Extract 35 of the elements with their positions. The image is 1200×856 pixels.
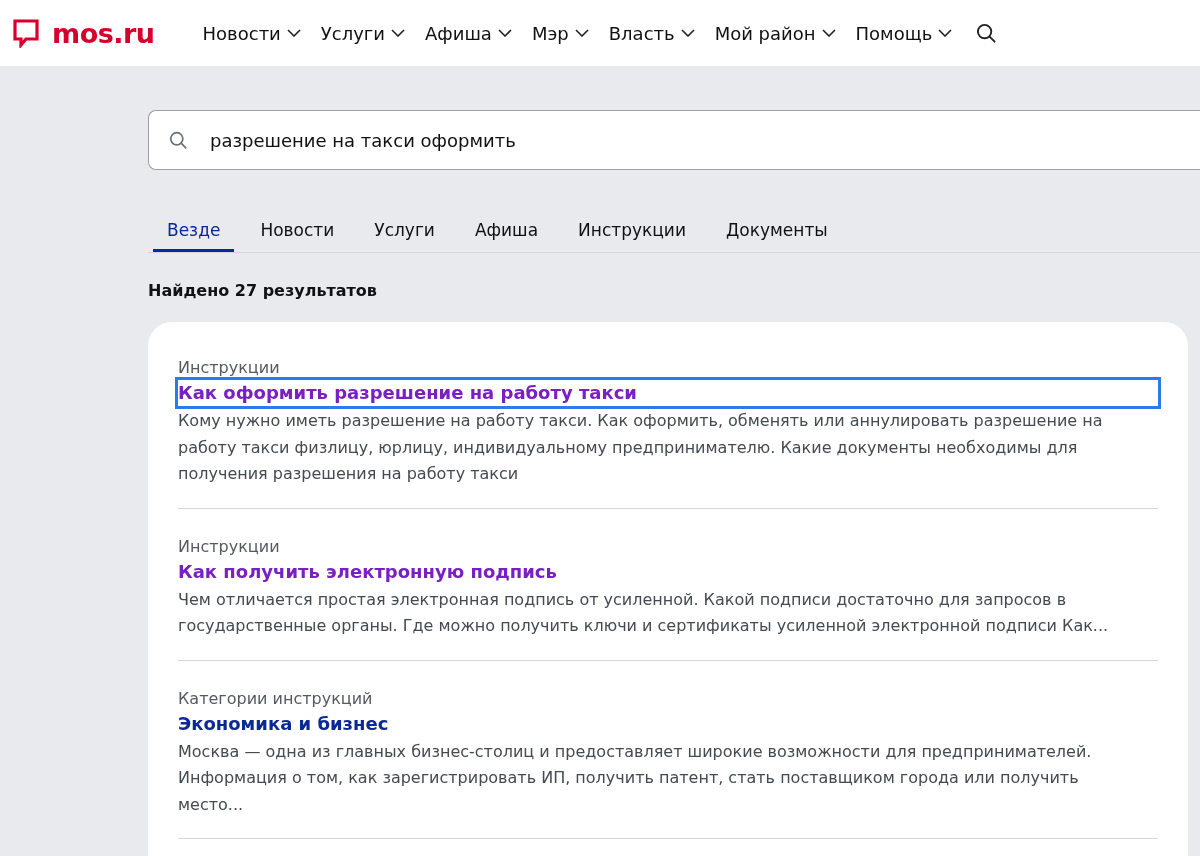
result-category: Инструкции [178, 357, 281, 379]
chevron-down-icon [938, 29, 953, 37]
tab[interactable]: Документы [711, 212, 842, 252]
tab[interactable]: Инструкции [564, 212, 700, 252]
result-snippet: Кому нужно иметь разрешение на работу такси. Как оформить, обменять или аннулировать разрешение на работу такси физлицу, юрлицу, индивидуальному предпринимателю. Какие документы необходимы для получения разрешения на работу такси [178, 410, 1104, 485]
search-icon[interactable] [976, 22, 998, 44]
result-title-link[interactable]: Экономика и бизнес [178, 710, 1158, 737]
nav-menu-item[interactable]: Услуги [320, 22, 405, 44]
result-category: Категории инструкций [178, 687, 374, 710]
nav-menu-item[interactable]: Новости [202, 22, 301, 44]
nav-menu-item[interactable]: Помощь [855, 22, 953, 44]
nav-menu-item[interactable]: Мой район [714, 22, 836, 44]
tab[interactable]: Везде [153, 212, 235, 252]
result-title-link[interactable]: Как оформить разрешение на работу такси [178, 380, 1158, 406]
chevron-down-icon [821, 29, 836, 37]
chevron-down-icon [286, 29, 301, 37]
result-snippet: Чем отличается простая электронная подпись от усиленной. Какой подписи достаточно для запросов в государственные органы. Где можно получить ключи и сертификаты усиленной электронной подписи Как... [178, 588, 1110, 637]
nav-menu-item[interactable]: Мэр [531, 22, 589, 44]
chevron-down-icon [391, 29, 405, 37]
search-icon [169, 130, 188, 150]
results-count: Найдено 27 результатов [148, 281, 378, 300]
tab[interactable]: Новости [246, 212, 349, 252]
speech-bubble-icon [12, 18, 40, 48]
chevron-down-icon [680, 29, 695, 37]
nav-menu-item[interactable]: Афиша [425, 22, 512, 44]
nav-menu-item[interactable]: Власть [608, 22, 695, 44]
chevron-down-icon [497, 29, 512, 37]
tab[interactable]: Услуги [360, 212, 449, 252]
result-snippet: Москва — одна из главных бизнес-столиц и предоставляет широкие возможности для предпринимателей. Информация о том, как зарегистрировать ИП, получить патент, стать поставщиком города или получить место... [178, 740, 1093, 816]
chevron-down-icon [574, 29, 589, 37]
result-category: Инструкции [178, 535, 281, 558]
search-field[interactable]: разрешение на такси оформить [148, 110, 1200, 170]
site-logo[interactable]: mos.ru [12, 17, 155, 49]
tab[interactable]: Афиша [460, 212, 553, 252]
result-title-link[interactable]: Как получить электронную подпись [178, 558, 1158, 585]
